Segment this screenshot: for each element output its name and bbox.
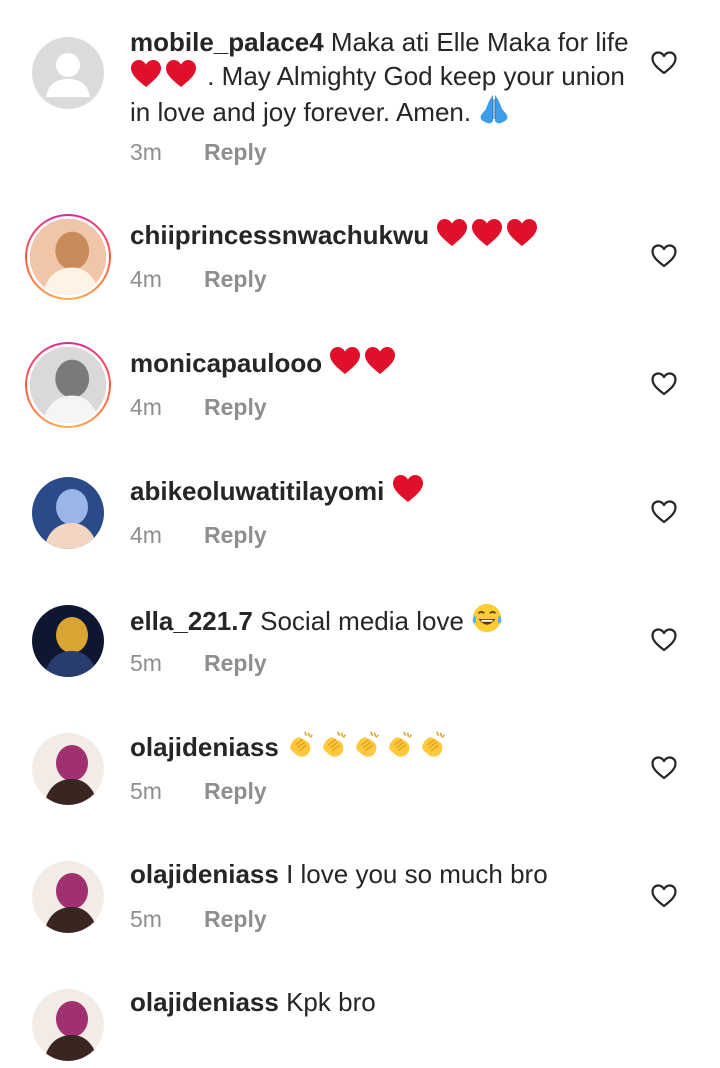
comment-timestamp: 4m <box>130 266 162 292</box>
comment-body: Maka ati Elle Maka for life <box>330 27 629 57</box>
clapping-hands-emoji <box>385 730 415 760</box>
reply-button[interactable]: Reply <box>204 394 267 420</box>
red-heart-emoji <box>329 346 361 376</box>
default-avatar <box>32 37 104 109</box>
comment-text: olajideniass Kpk bro <box>130 986 630 1019</box>
comment-meta: 5m Reply <box>130 778 267 805</box>
avatar[interactable] <box>25 726 111 812</box>
avatar[interactable] <box>25 598 111 684</box>
comment-body: Social media love <box>260 606 464 636</box>
reply-button[interactable]: Reply <box>204 778 267 804</box>
like-heart-icon[interactable] <box>651 884 677 908</box>
comment-timestamp: 4m <box>130 394 162 420</box>
comment-username[interactable]: chiiprincessnwachukwu <box>130 220 429 250</box>
photo-avatar <box>32 605 104 677</box>
comment-text: monicapaulooo <box>130 346 630 380</box>
story-ring-avatar[interactable] <box>25 342 111 428</box>
comment-meta: 5m Reply <box>130 906 267 933</box>
comment-username[interactable]: olajideniass <box>130 859 279 889</box>
comment-body: . May Almighty God keep your union in lo… <box>130 61 625 127</box>
avatar[interactable] <box>25 30 111 116</box>
red-heart-emoji <box>165 59 197 89</box>
story-ring-avatar[interactable] <box>25 214 111 300</box>
comment-meta: 4m Reply <box>130 266 267 293</box>
red-heart-emoji <box>506 218 538 248</box>
like-heart-icon[interactable] <box>651 628 677 652</box>
comment-text: chiiprincessnwachukwu <box>130 218 630 252</box>
clapping-hands-emoji <box>286 730 316 760</box>
comment-username[interactable]: ella_221.7 <box>130 606 253 636</box>
comment-meta: 4m Reply <box>130 522 267 549</box>
comment-text: abikeoluwatitilayomi <box>130 474 630 508</box>
avatar[interactable] <box>25 854 111 940</box>
comment-username[interactable]: mobile_palace4 <box>130 27 324 57</box>
reply-button[interactable]: Reply <box>204 139 267 165</box>
comment-timestamp: 5m <box>130 906 162 932</box>
comment-text: olajideniass <box>130 730 630 764</box>
like-heart-icon[interactable] <box>651 372 677 396</box>
clapping-hands-emoji <box>418 730 448 760</box>
comment-text: ella_221.7 Social media love <box>130 602 630 638</box>
photo-avatar <box>32 477 104 549</box>
like-heart-icon[interactable] <box>651 756 677 780</box>
like-heart-icon[interactable] <box>651 500 677 524</box>
comment-username[interactable]: monicapaulooo <box>130 348 322 378</box>
photo-avatar <box>32 989 104 1061</box>
comment-timestamp: 3m <box>130 139 162 165</box>
red-heart-emoji <box>364 346 396 376</box>
red-heart-emoji <box>392 474 424 504</box>
reply-button[interactable]: Reply <box>204 906 267 932</box>
like-heart-icon[interactable] <box>651 244 677 268</box>
photo-avatar <box>30 219 106 295</box>
like-heart-icon[interactable] <box>651 51 677 75</box>
photo-avatar <box>32 861 104 933</box>
comment-meta: 4m Reply <box>130 394 267 421</box>
avatar[interactable] <box>25 982 111 1068</box>
red-heart-emoji <box>130 59 162 89</box>
comment-timestamp: 4m <box>130 522 162 548</box>
red-heart-emoji <box>436 218 468 248</box>
comment-body: I love you so much bro <box>286 859 548 889</box>
reply-button[interactable]: Reply <box>204 650 267 676</box>
tears-of-joy-emoji <box>471 602 503 634</box>
comment-text: mobile_palace4 Maka ati Elle Maka for li… <box>130 26 630 129</box>
comment-meta: 5m Reply <box>130 650 267 677</box>
comment-meta: 3m Reply <box>130 139 267 166</box>
photo-avatar <box>30 347 106 423</box>
folded-hands-emoji <box>478 93 510 125</box>
avatar[interactable] <box>25 470 111 556</box>
comment-timestamp: 5m <box>130 778 162 804</box>
comment-text: olajideniass I love you so much bro <box>130 858 630 891</box>
clapping-hands-emoji <box>319 730 349 760</box>
reply-button[interactable]: Reply <box>204 522 267 548</box>
reply-button[interactable]: Reply <box>204 266 267 292</box>
comment-timestamp: 5m <box>130 650 162 676</box>
comment-username[interactable]: olajideniass <box>130 987 279 1017</box>
clapping-hands-emoji <box>352 730 382 760</box>
comment-username[interactable]: olajideniass <box>130 732 279 762</box>
comment-body: Kpk bro <box>286 987 376 1017</box>
photo-avatar <box>32 733 104 805</box>
red-heart-emoji <box>471 218 503 248</box>
comment-username[interactable]: abikeoluwatitilayomi <box>130 476 384 506</box>
